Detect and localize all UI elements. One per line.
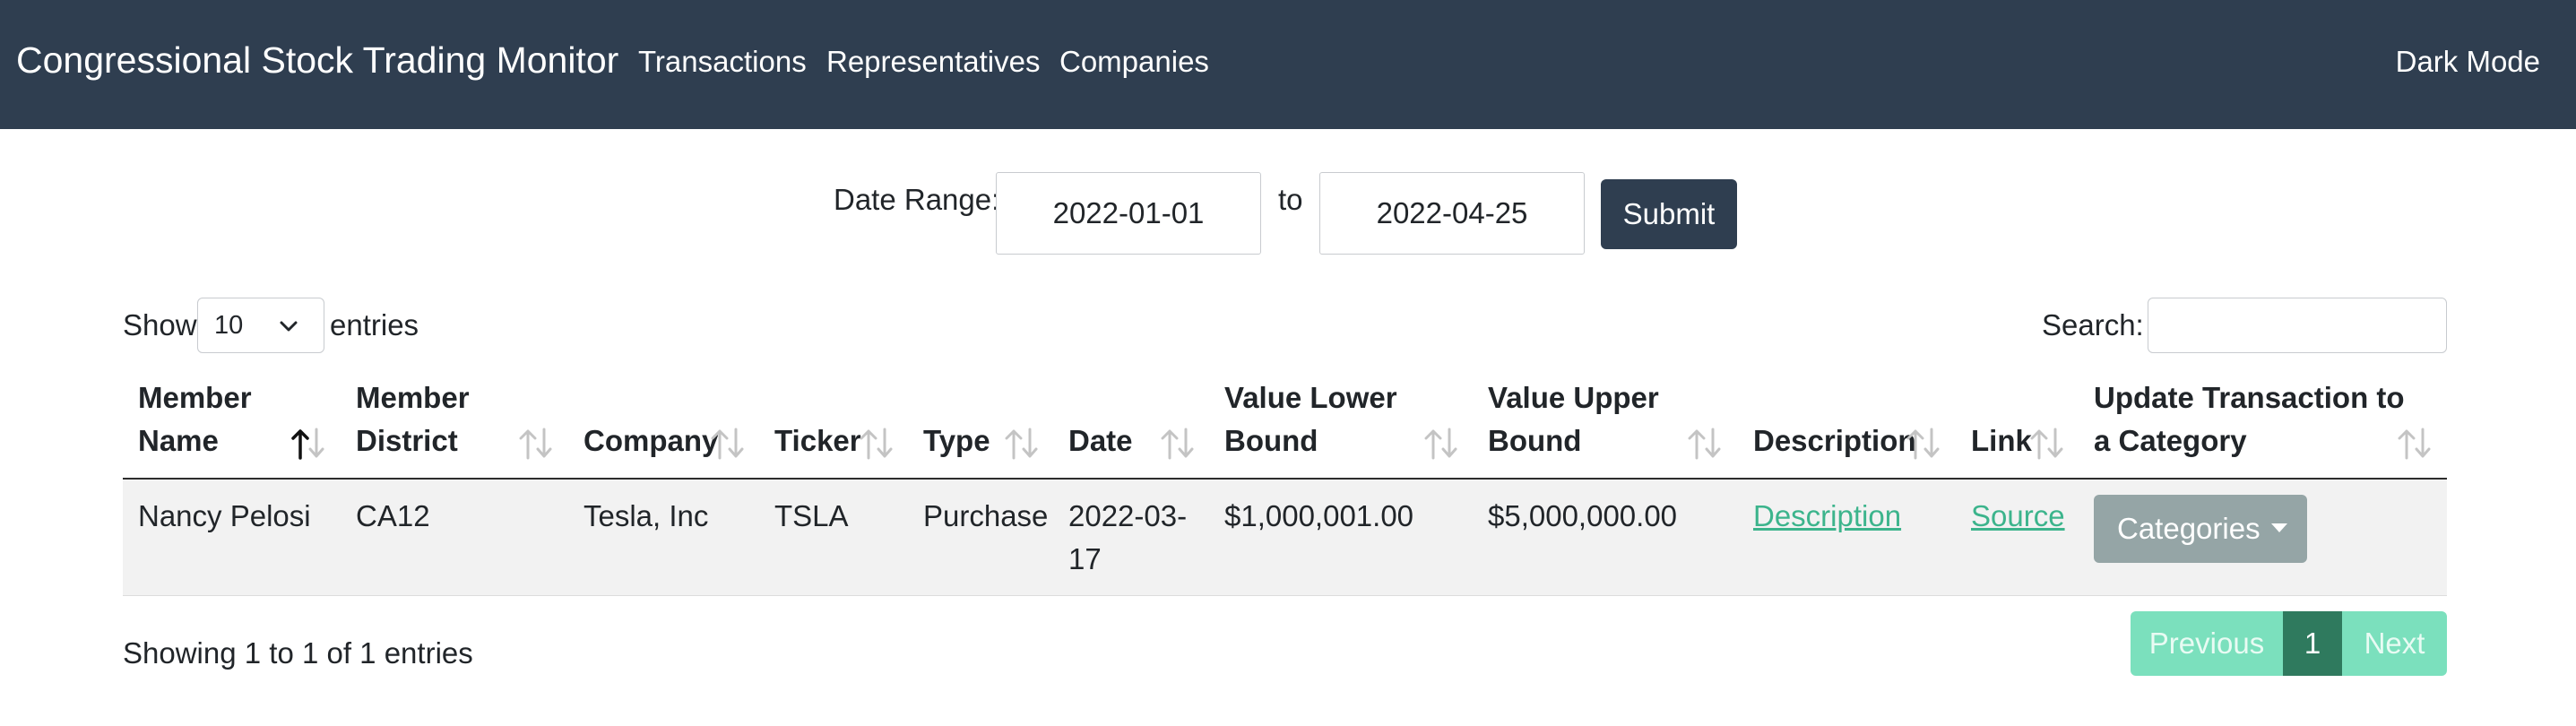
entries-select-value: 10 bbox=[214, 311, 244, 340]
header-line: a Category bbox=[2094, 424, 2247, 457]
header-update-category[interactable]: Update Transaction to a Category bbox=[2094, 376, 2405, 462]
date-range-label: Date Range: bbox=[834, 183, 1000, 216]
header-value-upper-bound[interactable]: Value Upper Bound bbox=[1488, 376, 1659, 462]
categories-label: Categories bbox=[2117, 512, 2260, 545]
navbar: Congressional Stock Trading Monitor Tran… bbox=[0, 0, 2576, 129]
caret-down-icon bbox=[2270, 523, 2287, 533]
sort-icon[interactable] bbox=[516, 426, 556, 462]
sort-icon[interactable] bbox=[1158, 426, 1197, 462]
sort-icon[interactable] bbox=[2027, 426, 2067, 462]
pagination-next[interactable]: Next bbox=[2342, 611, 2447, 676]
search-label: Search: bbox=[2042, 308, 2144, 341]
header-ticker[interactable]: Ticker bbox=[774, 376, 861, 462]
brand-title[interactable]: Congressional Stock Trading Monitor bbox=[16, 39, 618, 82]
header-line: Ticker bbox=[774, 424, 861, 457]
submit-button[interactable]: Submit bbox=[1601, 179, 1737, 249]
dark-mode-toggle[interactable]: Dark Mode bbox=[2396, 45, 2540, 79]
header-description[interactable]: Description bbox=[1753, 376, 1916, 462]
categories-dropdown-button[interactable]: Categories bbox=[2094, 495, 2307, 563]
pagination-page-1[interactable]: 1 bbox=[2283, 611, 2342, 676]
table-info: Showing 1 to 1 of 1 entries bbox=[123, 636, 473, 670]
cell-member-name: Nancy Pelosi bbox=[138, 499, 311, 532]
header-line: Update Transaction to bbox=[2094, 381, 2405, 414]
cell-type: Purchase bbox=[923, 499, 1049, 532]
sort-icon[interactable] bbox=[1904, 426, 1943, 462]
header-member-district[interactable]: Member District bbox=[356, 376, 470, 462]
cell-member-district: CA12 bbox=[356, 499, 430, 532]
cell-date: 2022-03- 17 bbox=[1068, 495, 1187, 581]
entries-select[interactable]: 10 bbox=[197, 298, 324, 353]
header-line: Bound bbox=[1488, 424, 1582, 457]
nav-representatives[interactable]: Representatives bbox=[826, 45, 1040, 79]
cell-ticker: TSLA bbox=[774, 499, 849, 532]
description-link[interactable]: Description bbox=[1753, 495, 1901, 538]
header-line: Type bbox=[923, 424, 990, 457]
header-line: Value Upper bbox=[1488, 381, 1659, 414]
pagination-previous[interactable]: Previous bbox=[2131, 611, 2283, 676]
header-value-lower-bound[interactable]: Value Lower Bound bbox=[1224, 376, 1397, 462]
header-line: Date bbox=[1068, 424, 1133, 457]
end-date-input[interactable] bbox=[1319, 172, 1585, 255]
sort-icon[interactable] bbox=[2395, 426, 2434, 462]
header-member-name[interactable]: Member Name bbox=[138, 376, 252, 462]
header-type[interactable]: Type bbox=[923, 376, 990, 462]
sort-icon[interactable] bbox=[708, 426, 748, 462]
header-line: Description bbox=[1753, 424, 1916, 457]
nav-transactions[interactable]: Transactions bbox=[638, 45, 807, 79]
cell-value-lower: $1,000,001.00 bbox=[1224, 499, 1414, 532]
sort-icon[interactable] bbox=[857, 426, 896, 462]
header-company[interactable]: Company bbox=[583, 376, 718, 462]
cell-company: Tesla, Inc bbox=[583, 499, 709, 532]
entries-label: entries bbox=[330, 308, 419, 341]
chevron-down-icon bbox=[280, 321, 298, 332]
header-line: Name bbox=[138, 424, 219, 457]
header-line: Member bbox=[356, 381, 470, 414]
header-line: District bbox=[356, 424, 458, 457]
header-line: Value Lower bbox=[1224, 381, 1397, 414]
header-line: Company bbox=[583, 424, 719, 457]
to-label: to bbox=[1278, 183, 1303, 216]
header-line: Bound bbox=[1224, 424, 1318, 457]
cell-date-line: 17 bbox=[1068, 542, 1102, 575]
sort-ascending-icon[interactable] bbox=[289, 426, 328, 462]
sort-icon[interactable] bbox=[1685, 426, 1725, 462]
header-link[interactable]: Link bbox=[1971, 376, 2032, 462]
header-line: Link bbox=[1971, 424, 2032, 457]
show-label: Show bbox=[123, 308, 197, 341]
search-input[interactable] bbox=[2148, 298, 2447, 353]
header-date[interactable]: Date bbox=[1068, 376, 1133, 462]
start-date-input[interactable] bbox=[996, 172, 1261, 255]
nav-companies[interactable]: Companies bbox=[1059, 45, 1209, 79]
cell-date-line: 2022-03- bbox=[1068, 499, 1188, 532]
cell-value-upper: $5,000,000.00 bbox=[1488, 499, 1678, 532]
sort-icon[interactable] bbox=[1422, 426, 1461, 462]
sort-icon[interactable] bbox=[1002, 426, 1042, 462]
header-line: Member bbox=[138, 381, 252, 414]
source-link[interactable]: Source bbox=[1971, 495, 2065, 538]
